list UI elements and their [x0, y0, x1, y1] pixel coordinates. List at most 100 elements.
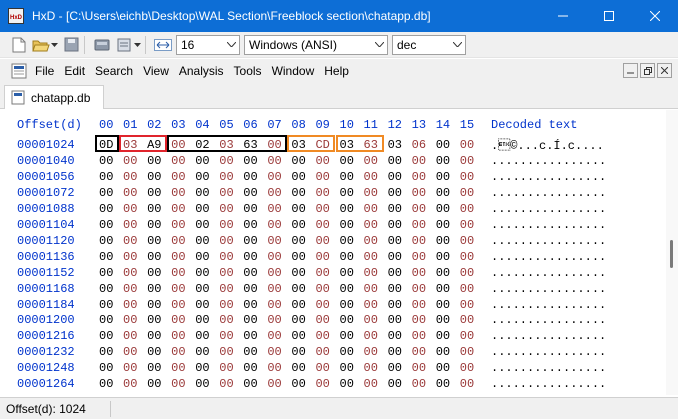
- hex-byte[interactable]: 00: [123, 202, 143, 216]
- hex-byte[interactable]: 00: [340, 202, 360, 216]
- decoded-text[interactable]: ................: [491, 170, 606, 184]
- tab-chatapp-db[interactable]: chatapp.db: [4, 85, 104, 109]
- open-file-button[interactable]: [32, 36, 50, 54]
- hex-byte[interactable]: 00: [291, 329, 311, 343]
- decoded-text[interactable]: ................: [491, 154, 606, 168]
- hex-byte[interactable]: 00: [267, 202, 287, 216]
- hex-byte[interactable]: 00: [364, 234, 384, 248]
- menu-file[interactable]: File: [30, 64, 59, 78]
- hex-byte[interactable]: 00: [99, 361, 119, 375]
- decoded-text[interactable]: ................: [491, 329, 606, 343]
- hex-byte[interactable]: 00: [291, 313, 311, 327]
- hex-byte[interactable]: 00: [171, 154, 191, 168]
- hex-byte[interactable]: 00: [436, 250, 456, 264]
- hex-byte[interactable]: 00: [195, 313, 215, 327]
- hex-byte[interactable]: 00: [412, 186, 432, 200]
- hex-byte[interactable]: 00: [219, 313, 239, 327]
- hex-byte[interactable]: 00: [219, 329, 239, 343]
- hex-byte[interactable]: 00: [123, 298, 143, 312]
- hex-byte[interactable]: 00: [171, 313, 191, 327]
- hex-byte[interactable]: 00: [243, 154, 263, 168]
- decoded-text[interactable]: ................: [491, 250, 606, 264]
- decoded-text[interactable]: .©...c.Í.c....: [491, 138, 604, 153]
- tools-dropdown-button[interactable]: [133, 36, 141, 54]
- hex-byte[interactable]: 00: [364, 154, 384, 168]
- hex-byte[interactable]: 00: [123, 345, 143, 359]
- hex-byte[interactable]: 00: [219, 234, 239, 248]
- minimize-button[interactable]: [540, 0, 586, 32]
- hex-byte[interactable]: 00: [171, 345, 191, 359]
- menu-analysis[interactable]: Analysis: [174, 64, 229, 78]
- hex-byte[interactable]: 00: [123, 329, 143, 343]
- hex-byte[interactable]: 00: [340, 154, 360, 168]
- hex-byte[interactable]: 00: [267, 250, 287, 264]
- hex-byte[interactable]: 00: [436, 138, 456, 152]
- hex-byte[interactable]: 00: [315, 282, 335, 296]
- close-button[interactable]: [632, 0, 678, 32]
- hex-byte[interactable]: 00: [99, 298, 119, 312]
- hex-byte[interactable]: 00: [364, 218, 384, 232]
- hex-byte[interactable]: 00: [195, 266, 215, 280]
- hex-byte[interactable]: 00: [388, 361, 408, 375]
- hex-byte[interactable]: 00: [267, 170, 287, 184]
- hex-byte[interactable]: 00: [388, 186, 408, 200]
- save-button[interactable]: [62, 36, 80, 54]
- hex-byte[interactable]: 00: [460, 345, 480, 359]
- hex-byte[interactable]: 00: [412, 298, 432, 312]
- hex-byte[interactable]: 00: [195, 282, 215, 296]
- decoded-text[interactable]: ................: [491, 234, 606, 248]
- hex-byte[interactable]: 00: [460, 313, 480, 327]
- hex-byte[interactable]: 00: [171, 218, 191, 232]
- hex-byte[interactable]: 00: [340, 361, 360, 375]
- hex-byte[interactable]: 00: [388, 170, 408, 184]
- decoded-text[interactable]: ................: [491, 361, 606, 375]
- mdi-close-button[interactable]: [657, 63, 672, 78]
- hex-byte[interactable]: 00: [243, 298, 263, 312]
- hex-byte[interactable]: 00: [99, 170, 119, 184]
- hex-byte[interactable]: 00: [315, 170, 335, 184]
- hex-byte[interactable]: 00: [219, 218, 239, 232]
- decoded-text[interactable]: ................: [491, 282, 606, 296]
- hex-byte[interactable]: 00: [460, 298, 480, 312]
- hex-byte[interactable]: 00: [436, 170, 456, 184]
- menu-window[interactable]: Window: [267, 64, 320, 78]
- hex-byte[interactable]: 00: [340, 186, 360, 200]
- hex-byte[interactable]: 00: [267, 154, 287, 168]
- hex-byte[interactable]: 00: [291, 250, 311, 264]
- hex-byte[interactable]: 00: [315, 202, 335, 216]
- hex-byte[interactable]: 00: [436, 313, 456, 327]
- hex-byte[interactable]: 00: [99, 154, 119, 168]
- decoded-text[interactable]: ................: [491, 266, 606, 280]
- hex-byte[interactable]: 00: [195, 298, 215, 312]
- hex-byte[interactable]: 00: [195, 202, 215, 216]
- hex-byte[interactable]: 00: [364, 282, 384, 296]
- hex-byte[interactable]: 00: [243, 234, 263, 248]
- hex-byte[interactable]: 00: [340, 329, 360, 343]
- hex-byte[interactable]: 00: [412, 377, 432, 391]
- mdi-restore-button[interactable]: [640, 63, 655, 78]
- hex-byte[interactable]: 00: [195, 377, 215, 391]
- hex-byte[interactable]: 00: [267, 282, 287, 296]
- hex-byte[interactable]: 00: [340, 298, 360, 312]
- hex-byte[interactable]: 00: [99, 282, 119, 296]
- hex-byte[interactable]: 00: [147, 266, 167, 280]
- hex-byte[interactable]: 00: [243, 377, 263, 391]
- hex-byte[interactable]: 00: [219, 345, 239, 359]
- hex-byte[interactable]: 00: [267, 186, 287, 200]
- hex-byte[interactable]: 00: [388, 329, 408, 343]
- hex-byte[interactable]: 00: [123, 154, 143, 168]
- hex-byte[interactable]: 00: [412, 234, 432, 248]
- hex-byte[interactable]: 00: [340, 313, 360, 327]
- bytes-per-row-select[interactable]: 16: [176, 34, 240, 55]
- new-file-button[interactable]: [10, 36, 28, 54]
- hex-byte[interactable]: 00: [99, 218, 119, 232]
- hex-byte[interactable]: 00: [364, 377, 384, 391]
- hex-byte[interactable]: 00: [412, 329, 432, 343]
- hex-byte[interactable]: 00: [219, 202, 239, 216]
- hex-byte[interactable]: 00: [436, 377, 456, 391]
- hex-byte[interactable]: 00: [412, 202, 432, 216]
- hex-byte[interactable]: 00: [195, 186, 215, 200]
- hex-byte[interactable]: 00: [436, 298, 456, 312]
- hex-byte[interactable]: 00: [243, 329, 263, 343]
- hex-byte[interactable]: 00: [243, 266, 263, 280]
